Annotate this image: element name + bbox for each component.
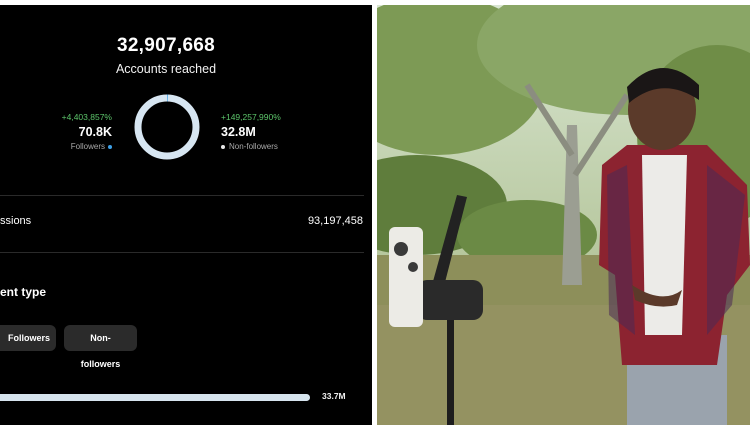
followers-growth: +4,403,857% — [61, 112, 112, 122]
content-type-title: ent type — [0, 285, 47, 299]
content-reach-bar — [0, 394, 310, 401]
accounts-reached-value: 32,907,668 — [116, 35, 216, 56]
phone-on-tripod — [389, 227, 423, 327]
followers-legend: Followers — [40, 142, 112, 151]
non-followers-growth: +149,257,990% — [221, 112, 281, 122]
followers-stat: +4,403,857% 70.8K Followers — [40, 112, 112, 151]
non-followers-legend: Non-followers — [221, 142, 321, 151]
non-followers-stat: +149,257,990% 32.8M Non-followers — [221, 112, 321, 151]
filter-chip-non-followers[interactable]: Non-followers — [64, 325, 137, 369]
non-followers-label: Non-followers — [229, 142, 278, 151]
donut-non-followers-ring — [134, 94, 200, 160]
filter-chip-followers[interactable]: Followers — [0, 325, 56, 351]
followers-label: Followers — [70, 142, 105, 151]
content-reach-bar-value: 33.7M — [322, 391, 346, 401]
followers-dot-icon — [108, 144, 112, 149]
non-followers-value: 32.8M — [221, 125, 256, 139]
accounts-reached-label: Accounts reached — [115, 62, 217, 76]
impressions-value: 93,197,458 — [307, 215, 363, 227]
divider — [0, 252, 364, 253]
photo-illustration — [377, 5, 750, 425]
reach-donut-chart — [134, 94, 200, 160]
content-reach-bar-fill — [0, 394, 310, 401]
outdoor-photo — [377, 5, 750, 425]
divider — [0, 195, 364, 196]
non-followers-dot-icon — [221, 144, 225, 149]
tripod-head — [417, 280, 483, 320]
impressions-label[interactable]: ssions — [0, 215, 31, 227]
followers-value: 70.8K — [78, 125, 112, 139]
tripod-pole — [447, 305, 454, 425]
insights-panel: 32,907,668 Accounts reached +4,403,857% … — [0, 5, 372, 425]
